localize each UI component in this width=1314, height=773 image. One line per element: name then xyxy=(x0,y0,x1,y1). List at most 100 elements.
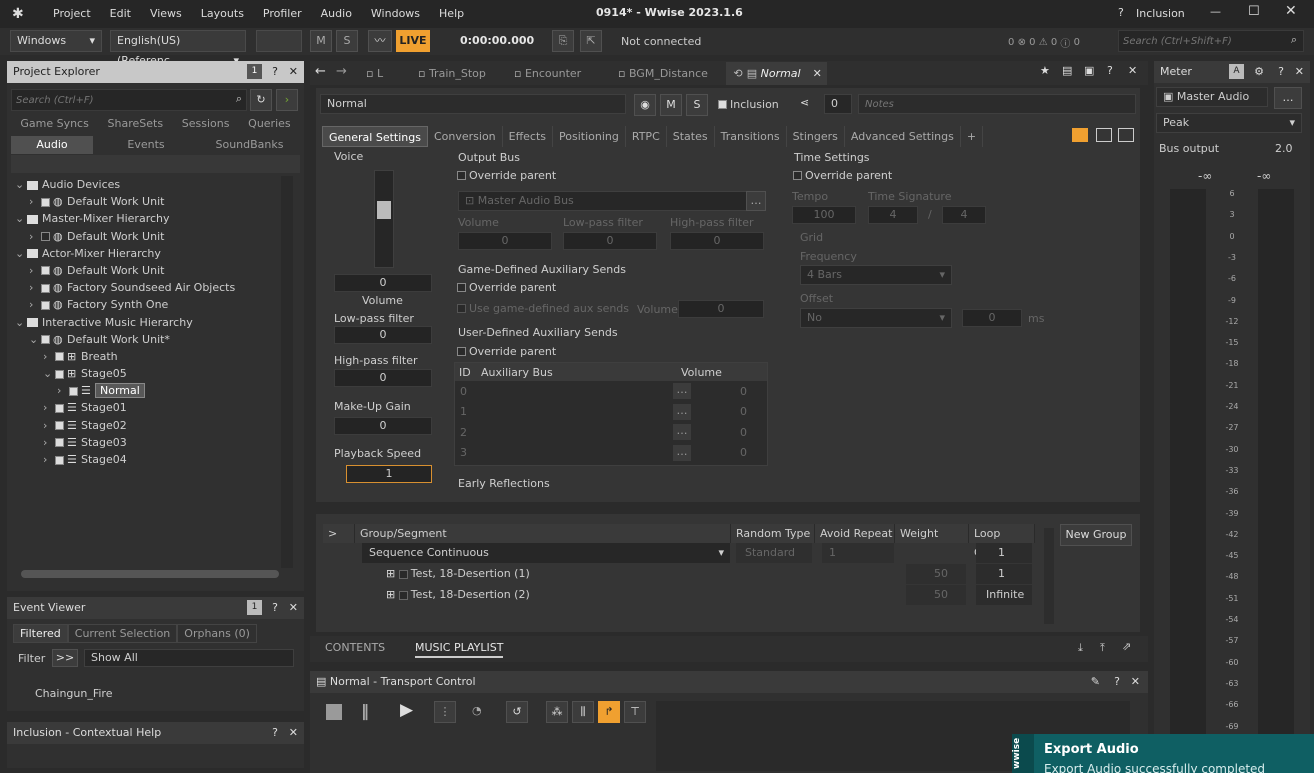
chevron-right-icon[interactable]: › xyxy=(29,262,41,279)
pin-icon[interactable]: ✎ xyxy=(1091,671,1100,693)
tab-effects[interactable]: Effects xyxy=(503,126,554,147)
mute-button[interactable]: M xyxy=(660,94,682,116)
tab-states[interactable]: States xyxy=(667,126,715,147)
reference-count[interactable]: 0 xyxy=(824,94,852,114)
language-select[interactable]: English(US) (Referenc...▾ xyxy=(110,30,246,67)
search-icon[interactable]: ⌕ xyxy=(1291,33,1297,47)
tab-conversion[interactable]: Conversion xyxy=(428,126,503,147)
aux-browse-button[interactable]: … xyxy=(673,444,691,461)
chevron-right-icon[interactable]: › xyxy=(43,399,55,416)
output-lpf-value[interactable]: 0 xyxy=(563,232,657,250)
tab-transitions[interactable]: Transitions xyxy=(715,126,787,147)
output-hpf-value[interactable]: 0 xyxy=(670,232,764,250)
time-sig-a[interactable]: 4 xyxy=(868,206,918,224)
save-icon[interactable]: ▣ xyxy=(1084,64,1094,77)
output-bus-override-checkbox[interactable]: Override parent xyxy=(457,169,556,182)
forward-icon[interactable]: → xyxy=(336,64,347,79)
close-icon[interactable]: ✕ xyxy=(1128,64,1137,77)
segment-weight[interactable]: 50 xyxy=(906,585,966,605)
tree-item[interactable]: › ◍ Factory Soundseed Air Objects xyxy=(15,279,285,296)
maximize-icon[interactable]: ☐ xyxy=(1248,4,1260,19)
include-checkbox[interactable] xyxy=(41,266,50,276)
tree-item[interactable]: › ◍ Default Work Unit xyxy=(15,228,285,245)
favorite-icon[interactable]: ★ xyxy=(1040,64,1050,77)
tree-item[interactable]: › ☰ Stage04 xyxy=(15,451,285,468)
include-checkbox[interactable] xyxy=(55,403,64,413)
connect-icon[interactable]: ⎘ xyxy=(552,30,574,52)
menu-project[interactable]: Project xyxy=(53,7,91,20)
pin-badge[interactable]: 1 xyxy=(247,64,262,79)
help-icon[interactable]: ? xyxy=(1107,64,1113,77)
inclusion-checkbox[interactable]: Inclusion xyxy=(718,98,779,111)
help-icon[interactable]: ? xyxy=(1114,671,1120,693)
menu-views[interactable]: Views xyxy=(150,7,182,20)
tab--[interactable]: + xyxy=(961,126,984,147)
close-icon[interactable]: ✕ xyxy=(289,722,298,744)
group-loop-count[interactable]: 1 xyxy=(976,543,1032,563)
editor-tab[interactable]: ▫ Train_Stop xyxy=(410,62,503,85)
help-icon[interactable]: ? xyxy=(272,722,278,744)
wwise-logo-icon[interactable]: ✱ xyxy=(12,6,24,22)
hpf-value[interactable]: 0 xyxy=(334,369,432,387)
playlist-scrollbar[interactable] xyxy=(1044,528,1054,624)
tree-vscrollbar[interactable] xyxy=(281,176,293,568)
game-aux-volume-value[interactable]: 0 xyxy=(678,300,764,318)
use-game-aux-checkbox[interactable]: Use game-defined aux sends xyxy=(457,302,629,315)
include-checkbox[interactable] xyxy=(55,352,64,362)
chevron-right-icon[interactable]: › xyxy=(57,382,69,399)
tab-sessions[interactable]: Sessions xyxy=(182,117,230,130)
menu-audio[interactable]: Audio xyxy=(321,7,352,20)
help-icon[interactable]: ? xyxy=(272,597,278,619)
user-aux-override-checkbox[interactable]: Override parent xyxy=(457,345,556,358)
back-icon[interactable]: ← xyxy=(315,64,326,79)
chevron-right-icon[interactable]: › xyxy=(43,417,55,434)
gear-icon[interactable]: ⚙ xyxy=(1254,61,1264,83)
solo-all-button[interactable]: S xyxy=(336,30,358,52)
chevron-down-icon[interactable]: ⌄ xyxy=(43,365,55,382)
inclusion-label[interactable]: Inclusion xyxy=(1136,7,1185,20)
game-aux-override-checkbox[interactable]: Override parent xyxy=(457,281,556,294)
stop-button[interactable] xyxy=(326,704,342,720)
tree-item[interactable]: ⌄ Audio Devices xyxy=(15,176,285,193)
error-counters[interactable]: 0 ⊗ 0 ⚠ 0 ⓘ 0 xyxy=(1008,35,1080,50)
editor-tab[interactable]: ⟲ ▤ Normal ✕ xyxy=(726,62,827,85)
close-icon[interactable]: ✕ xyxy=(289,61,298,83)
menu-layouts[interactable]: Layouts xyxy=(201,7,244,20)
chevron-right-icon[interactable]: › xyxy=(29,193,41,210)
lines-icon[interactable]: ⊤ xyxy=(624,701,646,723)
tree-item[interactable]: › ☰ Stage01 xyxy=(15,399,285,416)
chevron-right-icon[interactable]: › xyxy=(43,434,55,451)
tree-item[interactable]: › ⊞ Breath xyxy=(15,348,285,365)
include-checkbox[interactable] xyxy=(55,369,64,379)
playlist-col-weight[interactable]: Weight xyxy=(895,524,969,543)
close-icon[interactable]: ✕ xyxy=(289,597,298,619)
tree-hscrollbar[interactable] xyxy=(21,570,279,578)
volume-value[interactable]: 0 xyxy=(334,274,432,292)
tab-queries[interactable]: Queries xyxy=(248,117,290,130)
tree-item[interactable]: › ◍ Default Work Unit xyxy=(15,193,285,210)
include-checkbox[interactable] xyxy=(55,438,64,448)
cluster-icon[interactable]: ⁂ xyxy=(546,701,568,723)
group-random-type[interactable]: Standard xyxy=(736,543,812,563)
meter-target[interactable]: ▣ Master Audio ... xyxy=(1156,87,1268,121)
group-avoid-repeat[interactable]: 1 xyxy=(822,543,894,563)
playlist-col--[interactable]: > xyxy=(323,524,355,543)
close-icon[interactable]: ✕ xyxy=(813,67,822,80)
volume-fader[interactable] xyxy=(374,170,394,268)
tab-game-syncs[interactable]: Game Syncs xyxy=(20,117,89,130)
tab-filtered[interactable]: Filtered xyxy=(13,624,68,643)
notes-field[interactable] xyxy=(858,94,1136,114)
event-item[interactable]: Chaingun_Fire xyxy=(35,687,112,700)
explorer-search[interactable]: ⌕ xyxy=(11,89,247,111)
chevron-down-icon[interactable]: ⌄ xyxy=(15,210,27,227)
layout-c-icon[interactable] xyxy=(1118,128,1134,142)
tree-item[interactable]: ⌄ ⊞ Stage05 xyxy=(15,365,285,382)
output-bus-field[interactable]: ⊡ Master Audio Bus xyxy=(458,191,764,211)
tab-contents[interactable]: CONTENTS xyxy=(325,641,385,654)
play-button[interactable]: ▶ xyxy=(400,700,413,720)
tree-item[interactable]: ⌄ ◍ Default Work Unit* xyxy=(15,331,285,348)
include-checkbox[interactable] xyxy=(41,283,50,293)
aux-row[interactable]: 1 … 0 xyxy=(455,402,767,423)
tab-orphans-0-[interactable]: Orphans (0) xyxy=(177,624,257,643)
object-name-field[interactable]: Normal xyxy=(320,94,626,114)
